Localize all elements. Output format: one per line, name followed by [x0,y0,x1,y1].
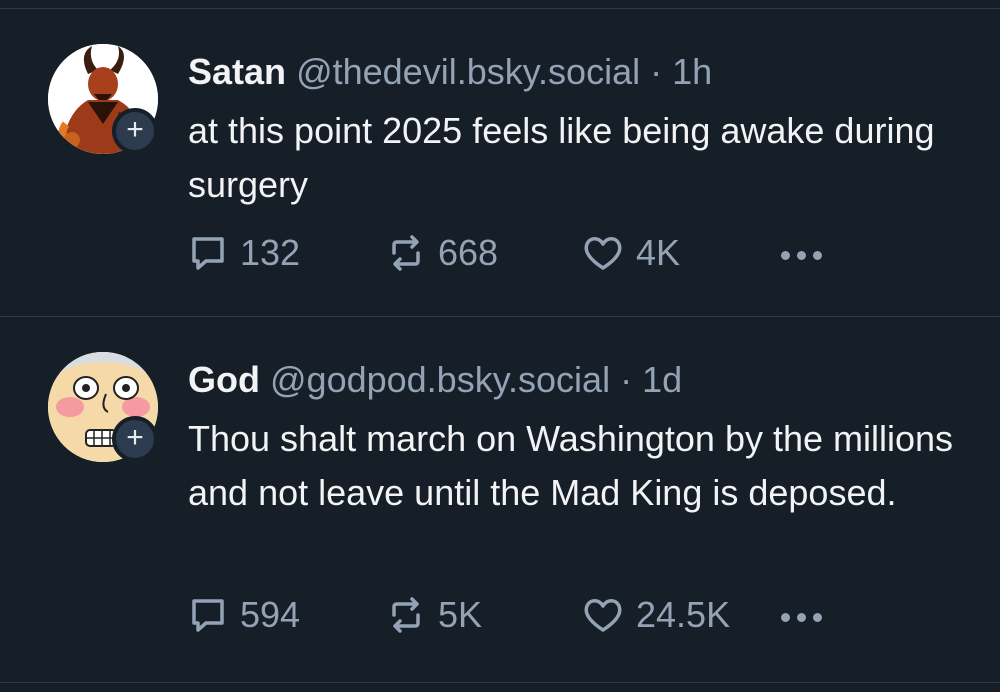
repost-count: 5K [438,594,483,635]
more-options-icon[interactable] [781,613,822,622]
display-name[interactable]: God [188,359,260,400]
separator-dot: · [620,359,633,400]
heart-icon [584,599,622,632]
follow-button[interactable]: + [112,416,158,462]
post-header: God @godpod.bsky.social · 1d [188,358,682,402]
repost-button[interactable]: 5K [386,594,482,636]
like-count: 24.5K [636,594,731,635]
repost-icon [392,597,420,633]
bottom-divider [0,682,1000,683]
like-button[interactable]: 24.5K [582,594,730,636]
timestamp[interactable]: 1d [642,359,682,400]
avatar[interactable]: + [48,352,158,462]
reply-icon [192,599,224,632]
handle[interactable]: @godpod.bsky.social [270,359,610,400]
reply-count: 594 [240,594,301,635]
reply-button[interactable]: 594 [188,594,300,636]
post-text: Thou shalt march on Washington by the mi… [188,418,954,513]
post-god[interactable]: + God @godpod.bsky.social · 1d Thou shal… [0,0,1000,692]
